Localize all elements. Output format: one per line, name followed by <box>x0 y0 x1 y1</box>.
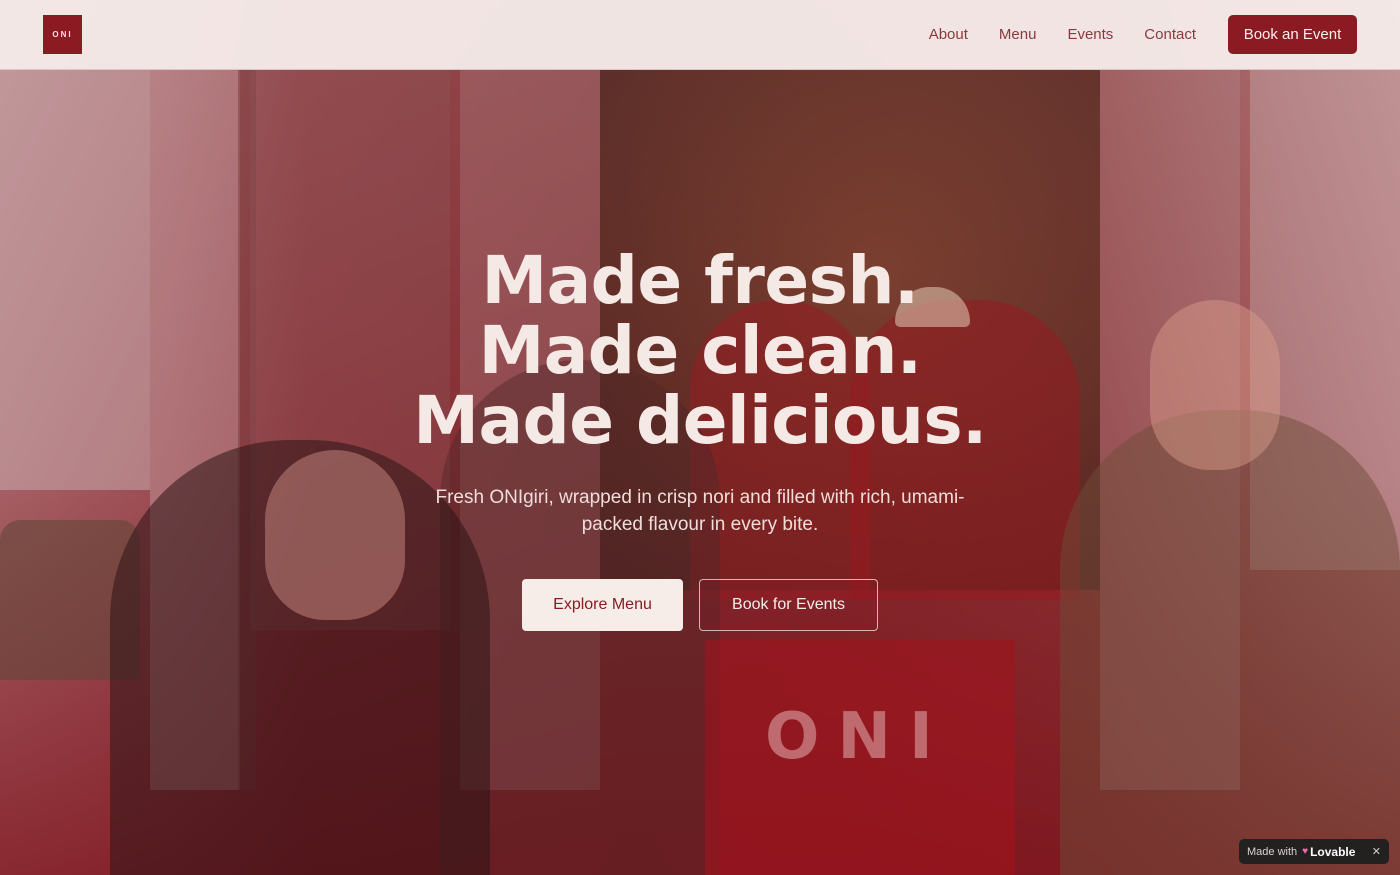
headline-line-3: Made delicious. <box>413 382 987 459</box>
hero-subtitle: Fresh ONIgiri, wrapped in crisp nori and… <box>435 487 965 535</box>
badge-brand: Lovable <box>1310 844 1356 859</box>
book-for-events-button[interactable]: Book for Events <box>699 579 878 631</box>
nav-link-about[interactable]: About <box>929 26 968 43</box>
nav-links: About Menu Events Contact Book an Event <box>929 15 1357 54</box>
nav-link-events[interactable]: Events <box>1067 26 1113 43</box>
badge-prefix: Made with <box>1247 845 1298 858</box>
headline-line-2: Made clean. <box>478 312 922 389</box>
hero-headline: Made fresh. Made clean. Made delicious. <box>0 246 1400 456</box>
hero-cta-row: Explore Menu Book for Events <box>0 579 1400 631</box>
lovable-heart-icon: ♥ <box>1302 846 1309 857</box>
nav-link-menu[interactable]: Menu <box>999 26 1037 43</box>
close-icon[interactable]: ✕ <box>1372 845 1381 858</box>
brand-logo-text: ONI <box>52 30 73 39</box>
brand-logo[interactable]: ONI <box>43 15 82 54</box>
headline-line-1: Made fresh. <box>481 242 919 319</box>
hero-section: Made fresh. Made clean. Made delicious. … <box>0 246 1400 631</box>
photo-banner-logo: ONI <box>765 700 951 774</box>
book-an-event-button[interactable]: Book an Event <box>1228 15 1357 54</box>
explore-menu-button[interactable]: Explore Menu <box>522 579 683 631</box>
nav-link-contact[interactable]: Contact <box>1144 26 1196 43</box>
navbar: ONI About Menu Events Contact Book an Ev… <box>0 0 1400 70</box>
made-with-lovable-badge[interactable]: Made with ♥ Lovable ✕ <box>1239 839 1389 864</box>
